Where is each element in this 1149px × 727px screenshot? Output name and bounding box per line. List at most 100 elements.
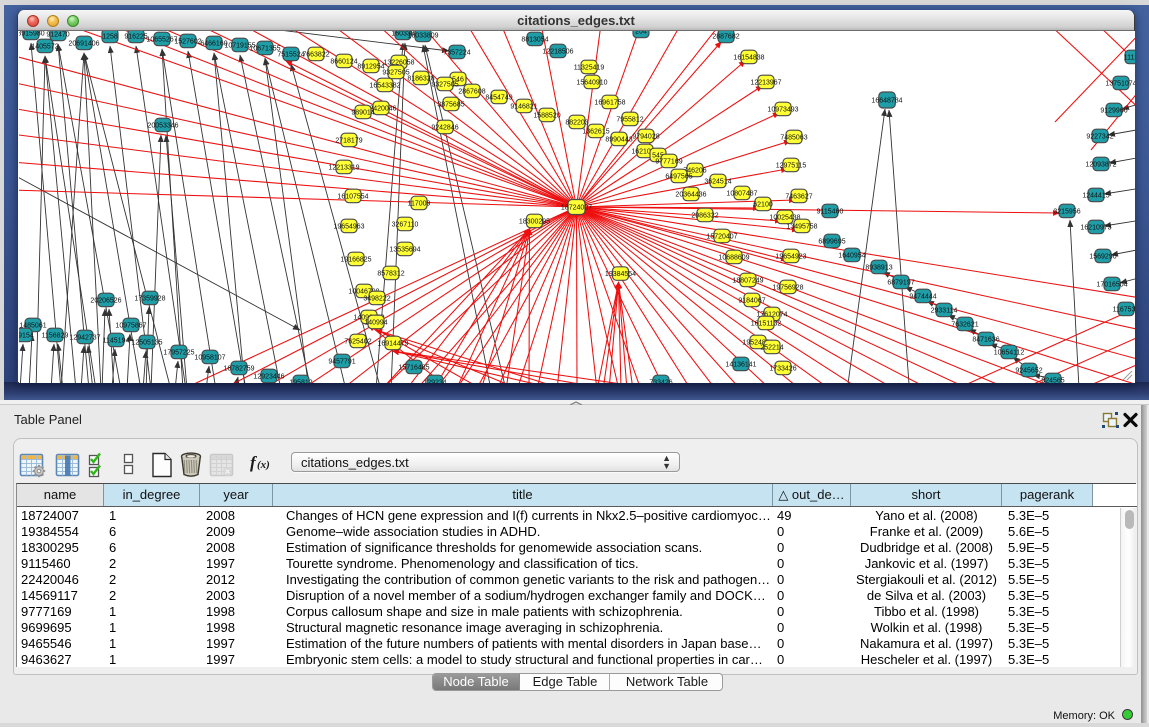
- svg-text:16782759: 16782759: [223, 366, 254, 373]
- svg-text:9794028: 9794028: [632, 134, 659, 141]
- svg-text:6497565: 6497565: [665, 174, 692, 181]
- svg-text:13495758: 13495758: [786, 224, 817, 231]
- svg-text:1145194: 1145194: [103, 338, 130, 345]
- svg-text:(x): (x): [257, 459, 270, 471]
- svg-text:1588520: 1588520: [533, 113, 560, 120]
- svg-text:3875685: 3875685: [437, 102, 464, 109]
- svg-text:2867608: 2867608: [458, 89, 485, 96]
- svg-text:18807249: 18807249: [732, 278, 763, 285]
- svg-text:62100: 62100: [753, 202, 773, 209]
- svg-text:6899695: 6899695: [818, 239, 845, 246]
- svg-text:20206526: 20206526: [90, 298, 121, 305]
- svg-text:12975115: 12975115: [776, 163, 807, 170]
- svg-text:12218506: 12218506: [542, 49, 573, 56]
- svg-text:7632621: 7632621: [951, 322, 978, 329]
- svg-text:912470: 912470: [46, 32, 69, 39]
- svg-text:1156829: 1156829: [42, 333, 69, 340]
- svg-text:1167534: 1167534: [1113, 307, 1135, 314]
- svg-text:2986322: 2986322: [691, 213, 718, 220]
- svg-text:12213319: 12213319: [328, 165, 359, 172]
- svg-text:1244415: 1244415: [1082, 193, 1109, 200]
- svg-text:9129966: 9129966: [1100, 108, 1127, 115]
- svg-text:1733426: 1733426: [769, 366, 796, 373]
- svg-text:9327505: 9327505: [431, 82, 458, 89]
- svg-text:916225: 916225: [124, 34, 147, 41]
- svg-text:16543382: 16543382: [369, 83, 400, 90]
- svg-text:9474444: 9474444: [909, 294, 936, 301]
- svg-text:1362615: 1362615: [582, 129, 609, 136]
- svg-text:9245652: 9245652: [1015, 368, 1042, 375]
- svg-text:17016504: 17016504: [1096, 282, 1127, 289]
- svg-text:3498222: 3498222: [363, 296, 390, 303]
- svg-text:11325419: 11325419: [574, 65, 605, 72]
- svg-text:6879197: 6879197: [887, 280, 914, 287]
- svg-text:12213967: 12213967: [750, 80, 781, 87]
- svg-text:8454749: 8454749: [485, 95, 512, 102]
- svg-text:989014: 989014: [351, 110, 374, 117]
- svg-text:8471636: 8471636: [972, 337, 999, 344]
- svg-text:16151132: 16151132: [751, 321, 782, 328]
- svg-text:10655267: 10655267: [146, 37, 177, 44]
- svg-text:16154838: 16154838: [733, 55, 764, 62]
- svg-text:12093872: 12093872: [1085, 162, 1116, 169]
- svg-text:19654923: 19654923: [775, 254, 806, 261]
- svg-text:8813054: 8813054: [521, 37, 548, 44]
- svg-text:7463627: 7463627: [785, 194, 812, 201]
- svg-text:9327505: 9327505: [382, 70, 409, 77]
- svg-text:11122: 11122: [1124, 55, 1135, 62]
- svg-text:2887682: 2887682: [712, 34, 739, 41]
- svg-text:13535694: 13535694: [389, 247, 420, 254]
- svg-text:7485063: 7485063: [780, 135, 807, 142]
- svg-text:1527602: 1527602: [174, 39, 201, 46]
- svg-text:19654963: 19654963: [333, 224, 364, 231]
- svg-text:10958107: 10958107: [194, 355, 225, 362]
- svg-text:16961758: 16961758: [594, 100, 625, 107]
- svg-text:9115460: 9115460: [817, 209, 844, 216]
- svg-text:16107554: 16107554: [337, 194, 368, 201]
- svg-text:195812: 195812: [289, 380, 312, 383]
- svg-text:7515524: 7515524: [277, 52, 304, 59]
- svg-text:15716485: 15716485: [398, 365, 429, 372]
- svg-text:9242846: 9242846: [431, 125, 458, 132]
- svg-text:1640954: 1640954: [838, 253, 865, 260]
- svg-text:19384554: 19384554: [605, 271, 636, 278]
- svg-text:8912954: 8912954: [357, 64, 384, 71]
- svg-text:10975867: 10975867: [115, 323, 146, 330]
- svg-text:16648784: 16648784: [871, 98, 902, 105]
- svg-text:1258: 1258: [102, 34, 118, 41]
- svg-text:204: 204: [635, 31, 647, 36]
- svg-text:39154: 39154: [19, 333, 34, 340]
- svg-text:12942737: 12942737: [69, 335, 100, 342]
- svg-text:16210973: 16210973: [1080, 225, 1111, 232]
- svg-text:7955812: 7955812: [616, 117, 643, 124]
- svg-text:9777169: 9777169: [655, 159, 682, 166]
- svg-text:16033809: 16033809: [407, 33, 438, 40]
- svg-text:252214: 252214: [760, 345, 783, 352]
- svg-text:10807487: 10807487: [726, 191, 757, 198]
- svg-text:20053346: 20053346: [147, 123, 178, 130]
- svg-text:10973493: 10973493: [767, 107, 798, 114]
- svg-text:10688609: 10688609: [718, 255, 749, 262]
- svg-text:19166825: 19166825: [340, 257, 371, 264]
- svg-text:140994: 140994: [364, 320, 387, 327]
- svg-text:13751074: 13751074: [1105, 81, 1135, 88]
- svg-text:7663822: 7663822: [302, 52, 329, 59]
- svg-text:18724007: 18724007: [561, 205, 592, 212]
- svg-text:9457791: 9457791: [328, 359, 355, 366]
- svg-text:8578312: 8578312: [377, 271, 404, 278]
- svg-text:10654112: 10654112: [994, 350, 1025, 357]
- svg-text:17957225: 17957225: [163, 350, 194, 357]
- svg-text:1569290: 1569290: [1089, 254, 1116, 261]
- svg-text:17359928: 17359928: [134, 296, 165, 303]
- svg-text:1405572: 1405572: [31, 44, 58, 51]
- svg-text:12923446: 12923446: [253, 374, 284, 381]
- svg-text:9184067: 9184067: [738, 298, 765, 305]
- svg-text:8938913: 8938913: [865, 265, 892, 272]
- svg-text:2718179: 2718179: [335, 138, 362, 145]
- svg-text:20691406: 20691406: [68, 41, 99, 48]
- svg-text:14136141: 14136141: [725, 362, 756, 369]
- svg-text:12505135: 12505135: [131, 340, 162, 347]
- svg-text:2933114: 2933114: [931, 308, 958, 315]
- svg-text:15640910: 15640910: [576, 80, 607, 87]
- svg-text:8915980: 8915980: [19, 31, 45, 38]
